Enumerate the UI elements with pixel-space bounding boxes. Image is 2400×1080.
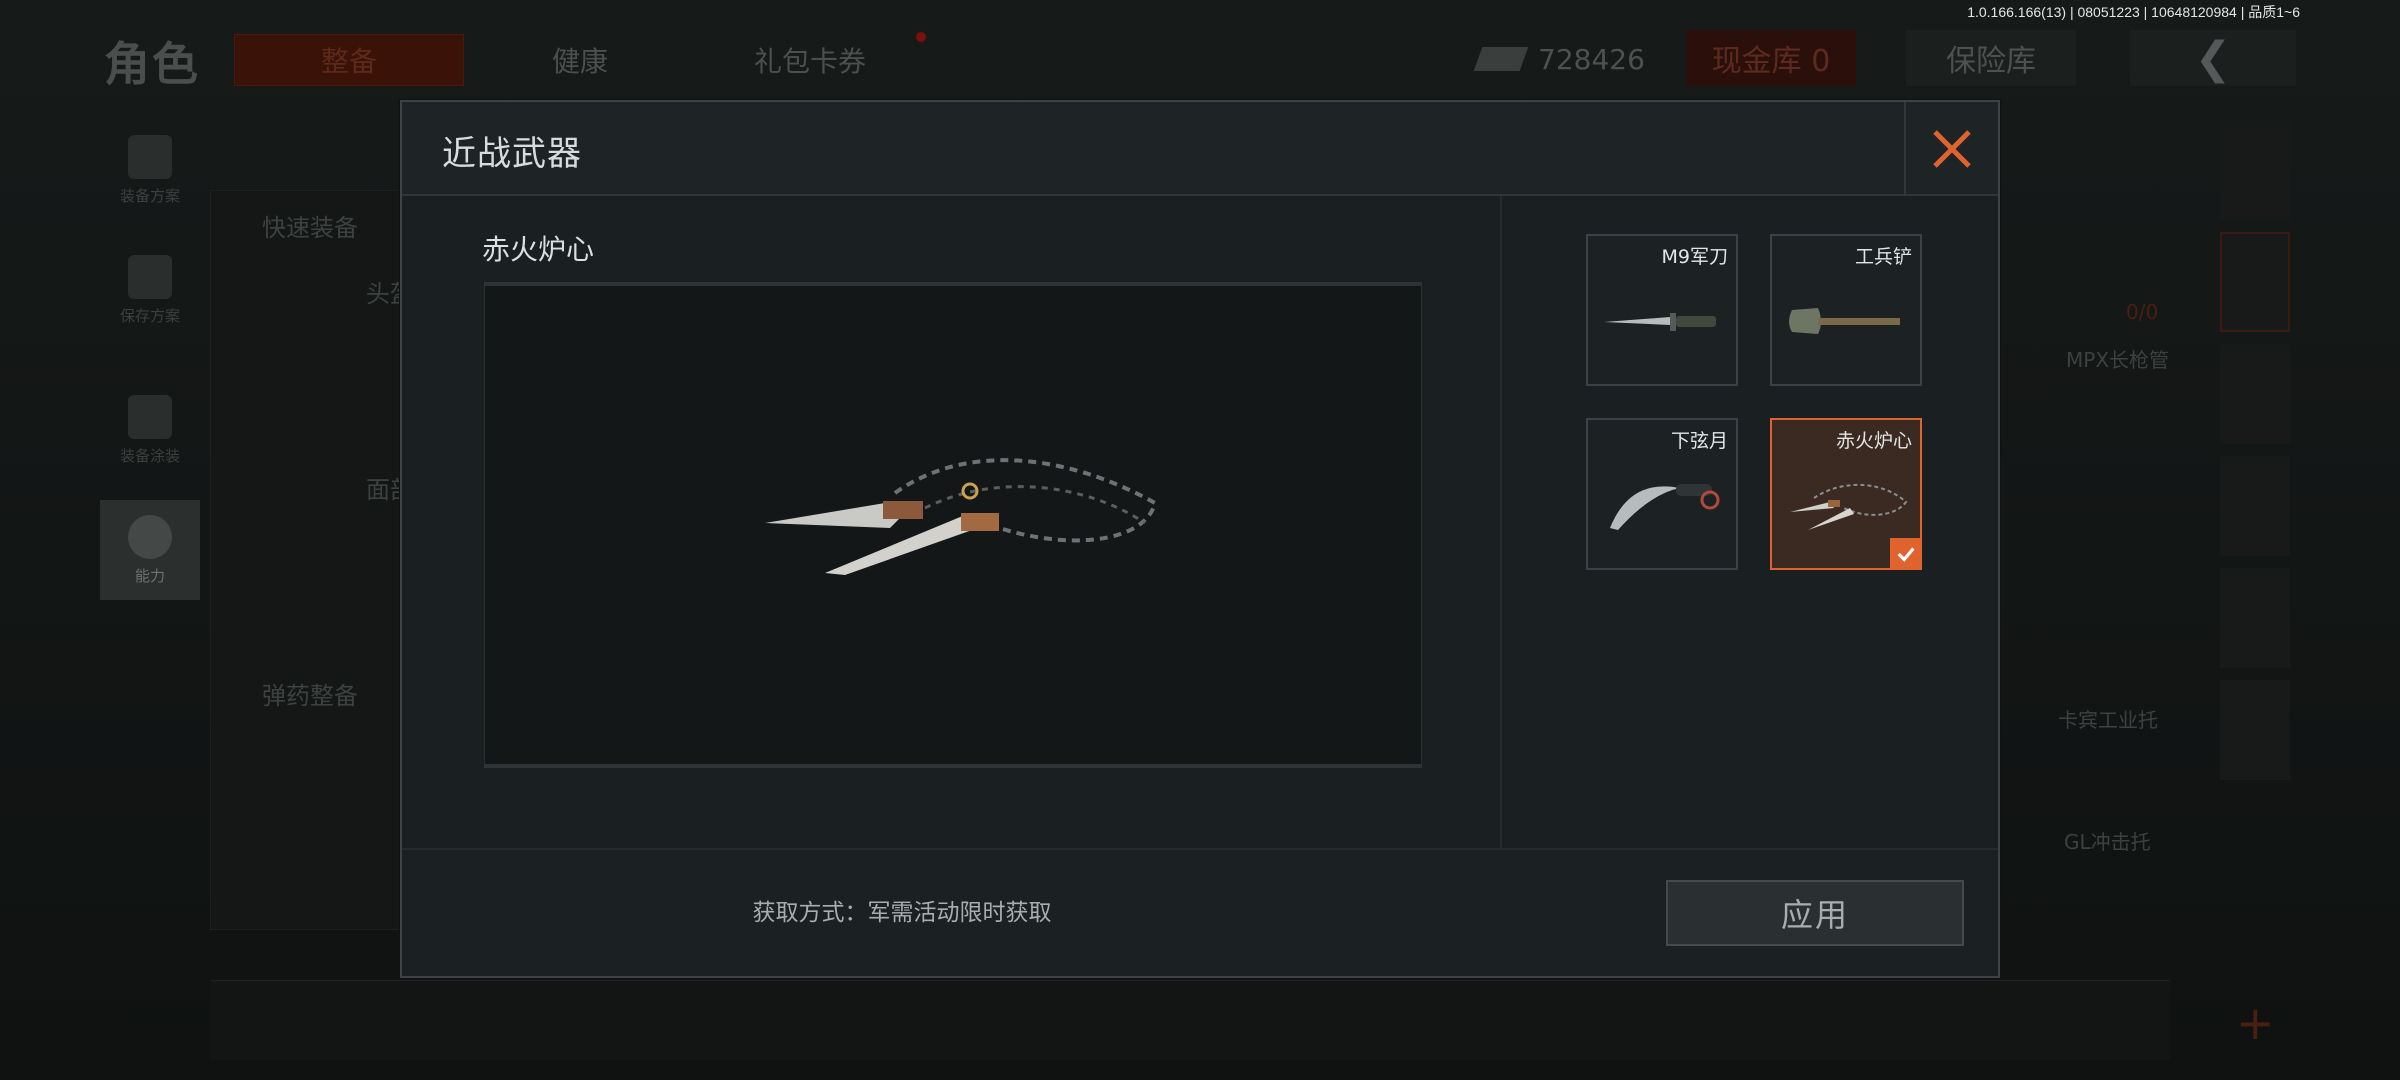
bg-bottom-strip [210, 980, 2170, 1060]
preview-weapon-name: 赤火炉心 [482, 233, 595, 266]
lightning-icon [128, 514, 172, 559]
panel-divider [1500, 196, 1502, 948]
weapon-slot-m9[interactable]: M9军刀 [1586, 234, 1738, 386]
bg-mpx-label: MPX长枪管 [2066, 348, 2170, 372]
nav-save-plan[interactable]: 保存方案 [100, 240, 200, 340]
back-arrow-icon: ❮ [2194, 32, 2232, 84]
weapon-slot-chihuo[interactable]: 赤火炉心 [1770, 418, 1922, 570]
helmet-icon [128, 394, 172, 439]
rail-slot[interactable] [2220, 680, 2290, 780]
bg-gl-stock-label: GL冲击托 [2064, 830, 2151, 854]
left-nav: 装备方案 保存方案 装备涂装 能力 [100, 120, 200, 620]
weapon-preview [484, 282, 1422, 768]
rail-slot[interactable] [2220, 120, 2290, 220]
rail-slot[interactable] [2220, 568, 2290, 668]
chain-blades-icon [1790, 483, 1908, 530]
bg-zero-count: 0/0 [2126, 300, 2159, 324]
bayonet-icon [1604, 313, 1716, 331]
download-icon [128, 254, 172, 299]
weapon-slot-label: 下弦月 [1670, 430, 1728, 452]
nav-label: 装备涂装 [119, 446, 180, 465]
chain-blades-icon [765, 458, 1158, 575]
weapon-slot-label: M9军刀 [1661, 246, 1728, 268]
tab-health[interactable]: 健康 [500, 34, 660, 86]
nav-label: 能力 [134, 566, 165, 585]
vest-icon [128, 134, 172, 179]
right-rail [2220, 120, 2290, 1060]
close-button[interactable] [1904, 102, 1998, 196]
nav-ability[interactable]: 能力 [100, 500, 200, 600]
cash-vault-button[interactable]: 现金库 0 [1686, 30, 1856, 86]
back-button[interactable]: ❮ [2130, 30, 2296, 86]
safe-box-button[interactable]: 保险库 [1906, 30, 2076, 86]
dialog-footer: 获取方式：军需活动限时获取 应用 [402, 850, 1998, 976]
karambit-icon [1610, 484, 1720, 530]
close-icon [1933, 130, 1971, 168]
weapon-slot-karambit[interactable]: 下弦月 [1586, 418, 1738, 570]
tab-loadout[interactable]: 整备 [234, 34, 464, 86]
rail-slot[interactable] [2220, 344, 2290, 444]
nav-skin[interactable]: 装备涂装 [100, 380, 200, 480]
nav-label: 保存方案 [119, 306, 180, 325]
weapon-slot-label: 赤火炉心 [1835, 430, 1912, 452]
nav-loadout-plan[interactable]: 装备方案 [100, 120, 200, 220]
apply-button[interactable]: 应用 [1666, 880, 1964, 946]
add-icon[interactable]: + [2236, 996, 2275, 1050]
dialog-title: 近战武器 [442, 134, 582, 174]
rail-slot[interactable] [2220, 456, 2290, 556]
nav-label: 装备方案 [119, 186, 180, 205]
bg-quick-equip: 快速装备 [262, 214, 358, 242]
tab-gift-cards[interactable]: 礼包卡券 [730, 34, 890, 86]
shovel-icon [1789, 308, 1900, 334]
bg-ammo-label: 弹药整备 [262, 682, 358, 710]
weapon-slot-shovel[interactable]: 工兵铲 [1770, 234, 1922, 386]
dialog-header: 近战武器 [402, 102, 1998, 196]
money-display: 728426 [1473, 38, 1645, 80]
version-info: 1.0.166.166(13) | 08051223 | 10648120984… [1967, 4, 2300, 20]
selected-check-icon [1890, 538, 1922, 570]
rail-slot[interactable] [2220, 232, 2290, 332]
bg-card-stock-label: 卡宾工业托 [2058, 708, 2158, 732]
obtain-method-text: 获取方式：军需活动限时获取 [752, 900, 1052, 926]
notification-dot [916, 32, 926, 42]
weapon-slot-label: 工兵铲 [1854, 246, 1912, 268]
cash-icon [1473, 47, 1529, 71]
money-value: 728426 [1538, 42, 1645, 76]
melee-weapon-dialog: 近战武器 赤火炉心 M9军刀 工兵铲 下弦月 赤火炉心 获取方式：军需活动限时获… [400, 100, 2000, 978]
page-title: 角色 [104, 37, 200, 91]
